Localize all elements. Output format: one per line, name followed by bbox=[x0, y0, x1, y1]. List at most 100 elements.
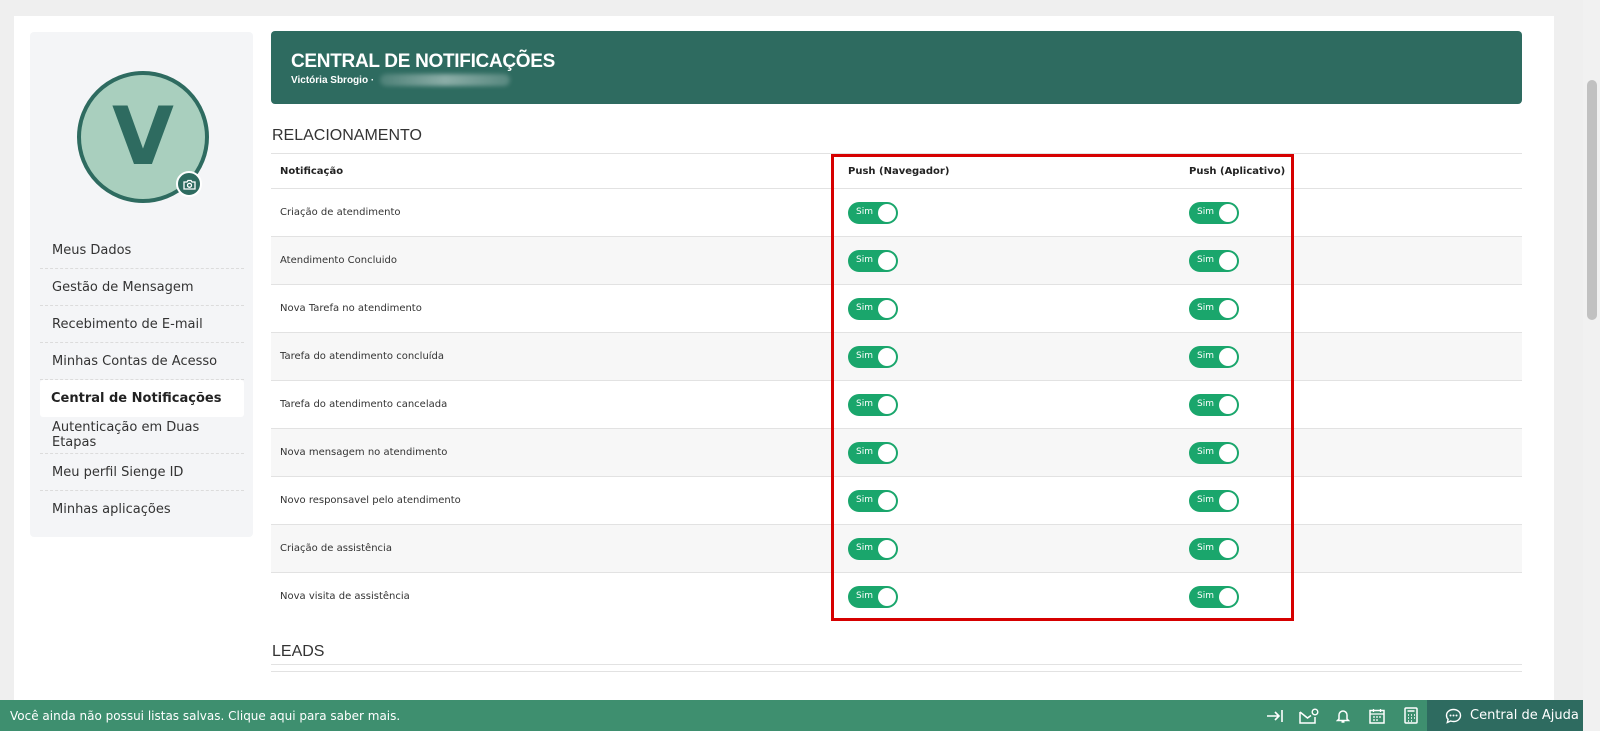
page-container: V Meus Dados Gestão de Mensagem Recebime… bbox=[14, 16, 1554, 731]
menu-item-minhas-aplicacoes[interactable]: Minhas aplicações bbox=[40, 491, 244, 528]
toggle-label: Sim bbox=[856, 206, 873, 217]
profile-menu: Meus Dados Gestão de Mensagem Recebiment… bbox=[40, 232, 244, 528]
menu-item-autenticacao-duas-etapas[interactable]: Autenticação em Duas Etapas bbox=[40, 417, 244, 454]
toggle-label: Sim bbox=[856, 254, 873, 265]
toggle-knob bbox=[878, 443, 896, 462]
toggle-knob bbox=[1219, 491, 1237, 510]
push-app-toggle[interactable]: Sim bbox=[1189, 585, 1239, 608]
push-browser-toggle[interactable]: Sim bbox=[848, 249, 898, 272]
help-center-label: Central de Ajuda bbox=[1470, 708, 1579, 723]
menu-item-meus-dados[interactable]: Meus Dados bbox=[40, 232, 244, 269]
toggle-knob bbox=[1219, 347, 1237, 366]
toggle-label: Sim bbox=[1197, 398, 1214, 409]
section-title-leads: LEADS bbox=[272, 643, 325, 660]
table-row: Tarefa do atendimento concluída Sim Sim bbox=[271, 332, 1522, 380]
toggle-label: Sim bbox=[856, 542, 873, 553]
chat-help-icon bbox=[1445, 708, 1462, 724]
push-browser-toggle[interactable]: Sim bbox=[848, 585, 898, 608]
table-header-row: Notificação Push (Navegador) Push (Aplic… bbox=[271, 153, 1522, 188]
push-app-cell: Sim bbox=[1189, 393, 1239, 416]
section-title-relacionamento: RELACIONAMENTO bbox=[272, 127, 422, 144]
push-app-cell: Sim bbox=[1189, 201, 1239, 224]
calculator-icon[interactable] bbox=[1394, 700, 1428, 731]
camera-icon bbox=[182, 179, 196, 190]
menu-item-central-notificacoes[interactable]: Central de Notificações bbox=[40, 380, 244, 417]
toggle-knob bbox=[878, 347, 896, 366]
notification-name: Tarefa do atendimento cancelada bbox=[280, 399, 448, 410]
push-app-cell: Sim bbox=[1189, 441, 1239, 464]
notifications-table: Notificação Push (Navegador) Push (Aplic… bbox=[271, 153, 1522, 620]
push-browser-toggle[interactable]: Sim bbox=[848, 297, 898, 320]
change-photo-button[interactable] bbox=[176, 171, 202, 197]
notification-name: Nova Tarefa no atendimento bbox=[280, 303, 422, 314]
push-app-toggle[interactable]: Sim bbox=[1189, 489, 1239, 512]
sidebar: V Meus Dados Gestão de Mensagem Recebime… bbox=[30, 32, 253, 537]
menu-item-recebimento-email[interactable]: Recebimento de E-mail bbox=[40, 306, 244, 343]
push-browser-toggle[interactable]: Sim bbox=[848, 489, 898, 512]
toggle-knob bbox=[1219, 251, 1237, 270]
push-app-toggle[interactable]: Sim bbox=[1189, 201, 1239, 224]
bell-icon[interactable] bbox=[1326, 700, 1360, 731]
push-app-toggle[interactable]: Sim bbox=[1189, 537, 1239, 560]
push-app-toggle[interactable]: Sim bbox=[1189, 345, 1239, 368]
toggle-label: Sim bbox=[856, 494, 873, 505]
avatar-letter: V bbox=[112, 90, 174, 183]
notification-name: Criação de assistência bbox=[280, 543, 392, 554]
toggle-knob bbox=[1219, 539, 1237, 558]
toggle-label: Sim bbox=[1197, 302, 1214, 313]
mail-settings-icon[interactable] bbox=[1292, 700, 1326, 731]
notification-name: Criação de atendimento bbox=[280, 207, 401, 218]
toggle-label: Sim bbox=[1197, 542, 1214, 553]
push-browser-toggle[interactable]: Sim bbox=[848, 537, 898, 560]
toggle-knob bbox=[878, 299, 896, 318]
push-browser-cell: Sim bbox=[848, 489, 898, 512]
push-browser-cell: Sim bbox=[848, 345, 898, 368]
help-center-button[interactable]: Central de Ajuda bbox=[1427, 700, 1583, 731]
notification-name: Nova mensagem no atendimento bbox=[280, 447, 448, 458]
calendar-icon[interactable] bbox=[1360, 700, 1394, 731]
collapse-icon[interactable] bbox=[1258, 700, 1292, 731]
push-app-toggle[interactable]: Sim bbox=[1189, 441, 1239, 464]
toggle-knob bbox=[878, 251, 896, 270]
menu-item-gestao-mensagem[interactable]: Gestão de Mensagem bbox=[40, 269, 244, 306]
menu-item-perfil-sienge-id[interactable]: Meu perfil Sienge ID bbox=[40, 454, 244, 491]
page-header-banner: CENTRAL DE NOTIFICAÇÕES Victória Sbrogio… bbox=[271, 31, 1522, 104]
table-row: Atendimento Concluido Sim Sim bbox=[271, 236, 1522, 284]
toggle-knob bbox=[878, 491, 896, 510]
toggle-knob bbox=[1219, 443, 1237, 462]
push-app-cell: Sim bbox=[1189, 345, 1239, 368]
push-browser-toggle[interactable]: Sim bbox=[848, 345, 898, 368]
toggle-knob bbox=[1219, 587, 1237, 606]
push-browser-toggle[interactable]: Sim bbox=[848, 201, 898, 224]
push-app-cell: Sim bbox=[1189, 249, 1239, 272]
toggle-label: Sim bbox=[856, 446, 873, 457]
push-browser-toggle[interactable]: Sim bbox=[848, 441, 898, 464]
push-app-toggle[interactable]: Sim bbox=[1189, 297, 1239, 320]
saved-lists-message-link[interactable]: Você ainda não possui listas salvas. Cli… bbox=[10, 709, 400, 723]
notification-name: Atendimento Concluido bbox=[280, 255, 397, 266]
toggle-knob bbox=[878, 203, 896, 222]
push-browser-toggle[interactable]: Sim bbox=[848, 393, 898, 416]
user-line: Victória Sbrogio · bbox=[291, 74, 1502, 86]
user-name: Victória Sbrogio · bbox=[291, 74, 375, 86]
toggle-label: Sim bbox=[856, 302, 873, 313]
avatar-wrapper: V bbox=[77, 71, 209, 203]
page-title: CENTRAL DE NOTIFICAÇÕES bbox=[291, 51, 556, 72]
toggle-knob bbox=[878, 539, 896, 558]
column-header-push-aplicativo: Push (Aplicativo) bbox=[1189, 165, 1286, 177]
divider bbox=[271, 664, 1522, 665]
table-row: Criação de assistência Sim Sim bbox=[271, 524, 1522, 572]
push-browser-cell: Sim bbox=[848, 585, 898, 608]
bottom-bar: Você ainda não possui listas salvas. Cli… bbox=[0, 700, 1583, 731]
scrollbar-thumb[interactable] bbox=[1587, 80, 1597, 320]
toggle-knob bbox=[1219, 395, 1237, 414]
push-app-cell: Sim bbox=[1189, 585, 1239, 608]
push-app-toggle[interactable]: Sim bbox=[1189, 249, 1239, 272]
push-app-toggle[interactable]: Sim bbox=[1189, 393, 1239, 416]
push-app-cell: Sim bbox=[1189, 489, 1239, 512]
notification-name: Tarefa do atendimento concluída bbox=[280, 351, 445, 362]
table-row: Nova mensagem no atendimento Sim Sim bbox=[271, 428, 1522, 476]
push-browser-cell: Sim bbox=[848, 537, 898, 560]
push-app-cell: Sim bbox=[1189, 297, 1239, 320]
menu-item-contas-acesso[interactable]: Minhas Contas de Acesso bbox=[40, 343, 244, 380]
